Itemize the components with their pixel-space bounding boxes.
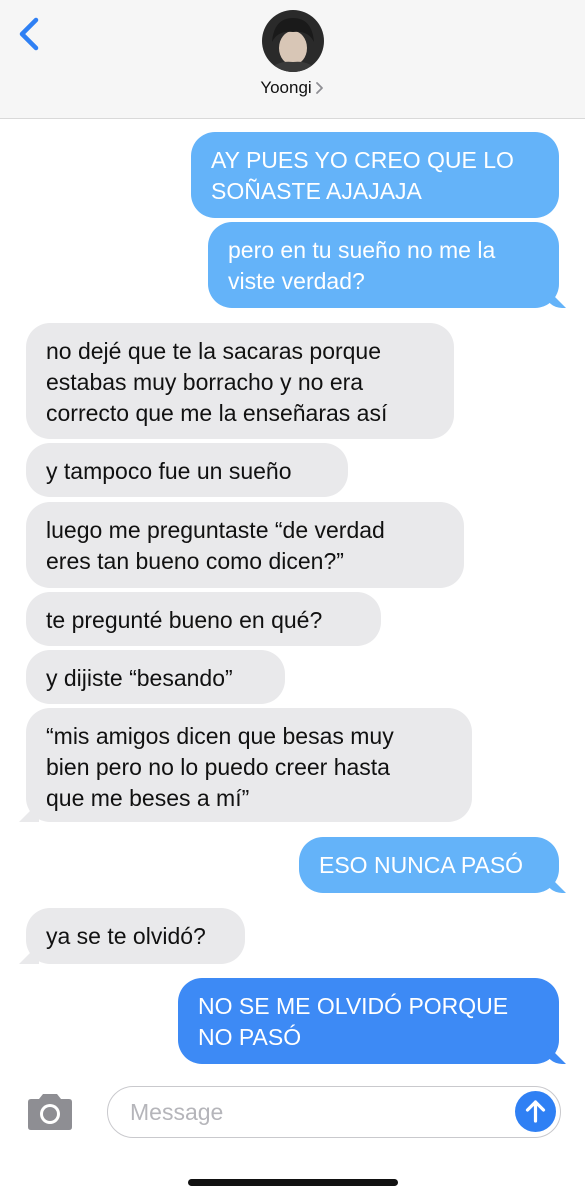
messages-screen: Yoongi AY PUES YO CREO QUE LO SOÑASTE AJ… [0,0,585,1200]
message-bubble-received[interactable]: ya se te olvidó? [26,908,245,964]
chevron-right-icon [315,82,323,94]
chevron-left-icon [19,17,39,51]
message-bubble-sent[interactable]: pero en tu sueño no me la viste verdad? [208,222,559,308]
contact-name-button[interactable]: Yoongi [260,78,324,98]
back-button[interactable] [14,14,48,54]
message-bubble-sent[interactable]: NO SE ME OLVIDÓ PORQUE NO PASÓ [178,978,559,1064]
camera-button[interactable] [24,1092,76,1132]
conversation-header: Yoongi [0,0,585,119]
message-bubble-received[interactable]: te pregunté bueno en qué? [26,592,381,646]
send-button[interactable] [515,1091,556,1132]
message-bubble-sent[interactable]: AY PUES YO CREO QUE LO SOÑASTE AJAJAJA [191,132,559,218]
message-bubble-received[interactable]: y tampoco fue un sueño [26,443,348,497]
avatar-image [262,10,324,72]
avatar[interactable] [262,10,324,72]
message-input[interactable] [128,1087,512,1138]
message-bubble-received[interactable]: no dejé que te la sacaras porque estabas… [26,323,454,439]
arrow-up-icon [525,1100,546,1123]
contact-name-row: Yoongi [0,78,585,98]
message-bubble-sent[interactable]: ESO NUNCA PASÓ [299,837,559,893]
message-bubble-received[interactable]: luego me preguntaste “de verdad eres tan… [26,502,464,588]
camera-icon [28,1094,72,1130]
home-indicator[interactable] [188,1179,398,1186]
message-bubble-received[interactable]: y dijiste “besando” [26,650,285,704]
message-composer [107,1086,561,1138]
message-bubble-received[interactable]: “mis amigos dicen que besas muy bien per… [26,708,472,822]
contact-name: Yoongi [260,78,312,97]
